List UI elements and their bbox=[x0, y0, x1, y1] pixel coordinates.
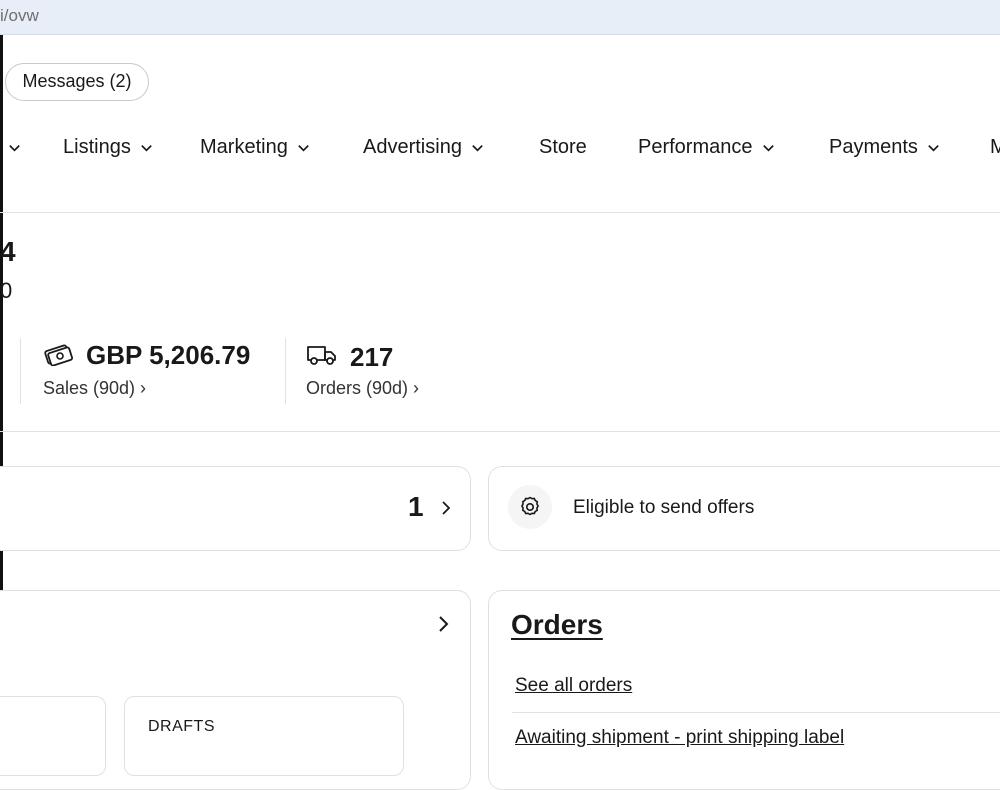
nav-payments[interactable]: Payments bbox=[829, 136, 941, 159]
gear-icon bbox=[521, 496, 539, 516]
summary-value: 4 bbox=[0, 236, 16, 267]
listing-stat-card[interactable] bbox=[0, 696, 106, 776]
messages-button[interactable]: Messages (2) bbox=[5, 63, 149, 101]
orders-divider bbox=[512, 712, 1000, 713]
nav-listings-label: Listings bbox=[63, 136, 131, 158]
money-icon bbox=[44, 344, 74, 366]
nav-listings[interactable]: Listings bbox=[63, 136, 154, 159]
nav-performance[interactable]: Performance bbox=[638, 136, 776, 159]
nav-divider bbox=[0, 212, 1000, 213]
chevron-right-icon[interactable] bbox=[437, 614, 451, 634]
nav-marketing[interactable]: Marketing bbox=[200, 136, 311, 159]
summary-subvalue: 0 bbox=[0, 278, 13, 303]
nav-payments-label: Payments bbox=[829, 136, 918, 158]
nav-performance-label: Performance bbox=[638, 136, 753, 158]
task-count: 1 bbox=[408, 491, 424, 522]
stat-divider bbox=[20, 338, 21, 404]
orders-value[interactable]: 217 bbox=[350, 342, 393, 373]
sales-value[interactable]: GBP 5,206.79 bbox=[86, 340, 250, 371]
chevron-down-icon bbox=[141, 145, 152, 152]
chevron-down-icon bbox=[472, 145, 483, 152]
task-card[interactable] bbox=[0, 466, 471, 551]
orders-title-link[interactable]: Orders bbox=[511, 609, 603, 641]
sales-label-link[interactable]: Sales (90d) › bbox=[43, 378, 146, 399]
orders-label-link[interactable]: Orders (90d) › bbox=[306, 378, 419, 399]
nav-advertising-label: Advertising bbox=[363, 136, 462, 158]
nav-prev-dropdown[interactable] bbox=[7, 136, 22, 159]
chevron-down-icon bbox=[928, 145, 939, 152]
main-nav: Listings Marketing Advertising Store Per… bbox=[0, 128, 1000, 168]
offers-label[interactable]: Eligible to send offers bbox=[573, 497, 754, 519]
stat-divider bbox=[285, 338, 286, 404]
drafts-label: DRAFTS bbox=[148, 718, 215, 735]
truck-icon bbox=[307, 346, 336, 365]
nav-advertising[interactable]: Advertising bbox=[363, 136, 485, 159]
nav-store[interactable]: Store bbox=[539, 136, 587, 159]
chevron-down-icon bbox=[762, 145, 774, 152]
url-text[interactable]: i/ovw bbox=[0, 6, 39, 26]
drafts-card[interactable] bbox=[124, 696, 404, 776]
chevron-right-icon[interactable] bbox=[440, 500, 452, 516]
nav-store-label: Store bbox=[539, 136, 587, 158]
nav-more[interactable]: M bbox=[990, 136, 1000, 159]
see-all-orders-link[interactable]: See all orders bbox=[515, 675, 632, 697]
nav-marketing-label: Marketing bbox=[200, 136, 288, 158]
nav-more-label: M bbox=[990, 136, 1000, 158]
address-bar[interactable]: i/ovw bbox=[0, 0, 1000, 35]
stats-divider bbox=[0, 431, 1000, 432]
chevron-down-icon bbox=[9, 145, 20, 152]
chevron-down-icon bbox=[298, 145, 309, 152]
awaiting-shipment-link[interactable]: Awaiting shipment - print shipping label bbox=[515, 727, 844, 749]
